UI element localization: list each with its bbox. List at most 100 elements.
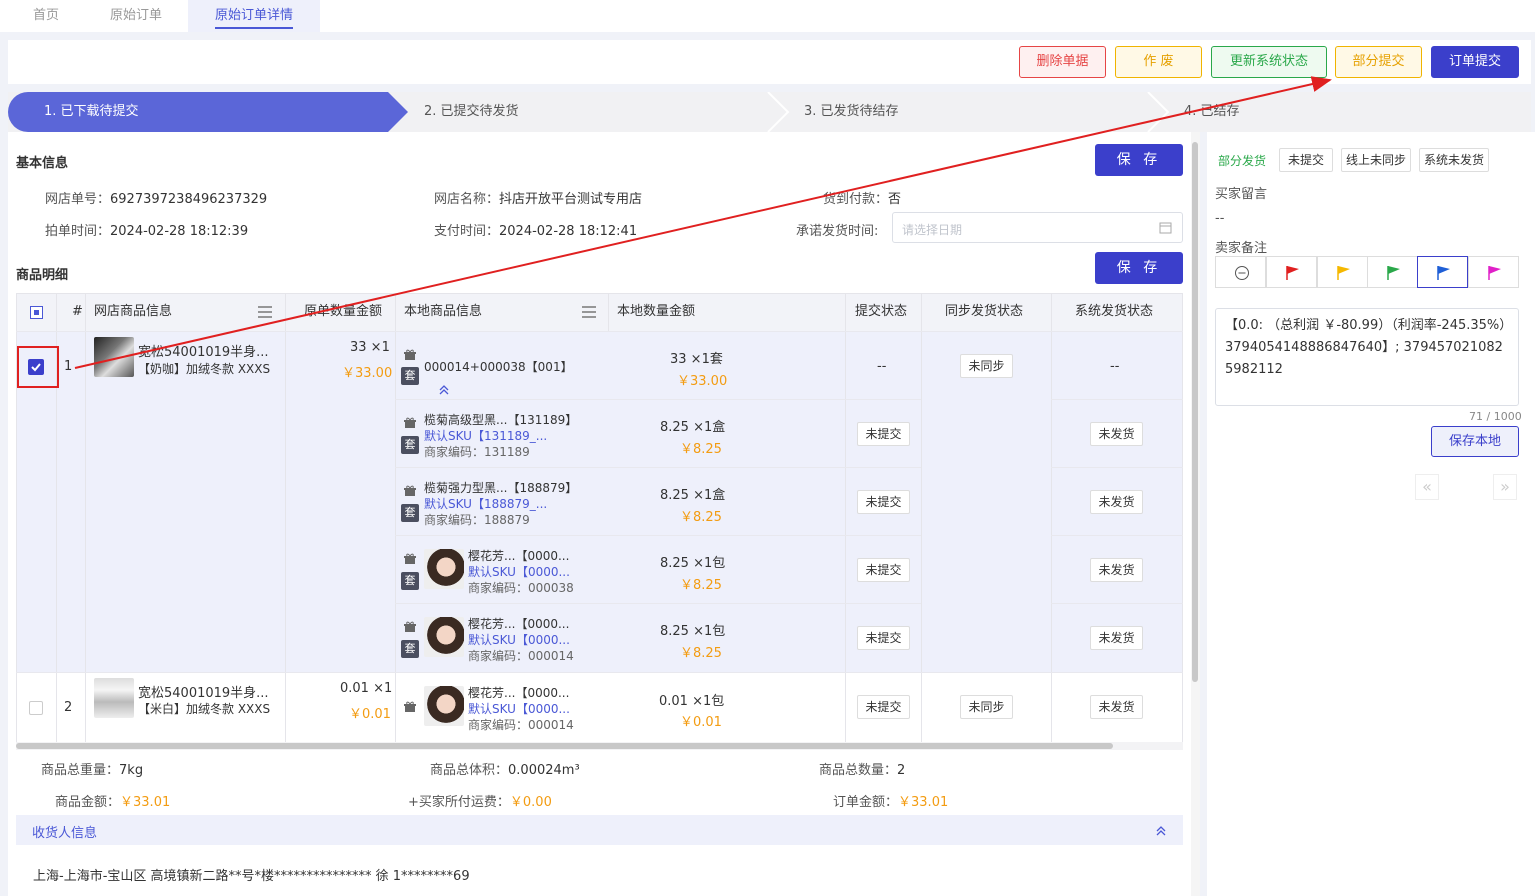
- promise-date-picker[interactable]: 请选择日期: [892, 212, 1183, 243]
- gift-icon: [404, 701, 416, 712]
- local-5-qty: 8.25 ×1包: [660, 624, 726, 639]
- seller-remark-text: 【0.0: （总利润 ￥-80.99）（利润率-245.35%）37940541…: [1225, 318, 1506, 377]
- tab-original-orders-label: 原始订单: [109, 8, 162, 23]
- gift-icon: [404, 349, 416, 360]
- set-badge: 套: [401, 436, 419, 454]
- row-1-sync-status: 未同步: [960, 354, 1013, 378]
- col-local-qty: 本地数量金额: [617, 304, 696, 319]
- flag-pink[interactable]: [1468, 256, 1519, 288]
- receiver-header[interactable]: 收货人信息: [16, 815, 1183, 845]
- pay-time-field: 支付时间：2024-02-28 18:12:41: [434, 224, 638, 239]
- local-2-amount: ￥8.25: [680, 442, 722, 457]
- local-4-qty: 8.25 ×1包: [660, 556, 726, 571]
- calendar-icon: [1159, 222, 1172, 234]
- row-2-checkbox[interactable]: [29, 701, 43, 715]
- local-3-code: 商家编码：188879: [424, 513, 530, 527]
- flag-green[interactable]: [1367, 256, 1418, 288]
- step-2: 2. 已提交待发货: [424, 104, 519, 119]
- update-status-button[interactable]: 更新系统状态: [1211, 46, 1327, 78]
- collapse-icon[interactable]: [438, 384, 450, 396]
- flag-yellow[interactable]: [1317, 256, 1368, 288]
- delete-button[interactable]: 删除单据: [1019, 46, 1106, 78]
- horizontal-scrollbar[interactable]: [16, 742, 1183, 750]
- product-image: [424, 686, 464, 726]
- row-1-orig-amount: ￥33.00: [342, 366, 393, 381]
- receiver-address: 上海-上海市-宝山区 高境镇新二路**号*楼*************** 徐 …: [33, 869, 470, 884]
- row-2-index: 2: [64, 700, 73, 715]
- row-2-orig-amount: ￥0.01: [349, 707, 391, 722]
- local-1-submit: --: [877, 359, 887, 374]
- seller-remark-textarea[interactable]: 【0.0: （总利润 ￥-80.99）（利润率-245.35%）37940541…: [1215, 308, 1519, 406]
- next-page-icon[interactable]: »: [1493, 474, 1517, 500]
- buyer-msg-label: 买家留言: [1215, 187, 1268, 202]
- local-2-code: 商家编码：131189: [424, 445, 530, 459]
- row-2-orig-qty: 0.01 ×1: [340, 681, 393, 696]
- row-1-shop-goods-spec: 【奶咖】加绒冬款 XXXS: [138, 362, 271, 376]
- row-2-local-name: 樱花芳...【0000...: [468, 686, 570, 700]
- flag-none[interactable]: [1215, 256, 1266, 288]
- column-menu-icon[interactable]: [582, 306, 596, 318]
- step-4: 4. 已结存: [1184, 104, 1240, 119]
- total-count: 商品总数量：2: [819, 763, 906, 778]
- partial-submit-button[interactable]: 部分提交: [1335, 46, 1422, 78]
- tab-bar: 首页 原始订单 原始订单详情: [0, 0, 1535, 32]
- row-2-local-qty: 0.01 ×1包: [659, 694, 725, 709]
- local-5-code: 商家编码：000014: [468, 649, 574, 663]
- not-submitted-tag: 未提交: [1279, 148, 1333, 172]
- prev-page-icon[interactable]: «: [1415, 474, 1439, 500]
- red-flag-icon: [1286, 266, 1299, 280]
- save-local-button[interactable]: 保存本地: [1431, 426, 1519, 457]
- step-3: 3. 已发货待结存: [804, 104, 899, 119]
- local-4-sku: 默认SKU【0000...: [468, 565, 570, 579]
- tab-original-orders[interactable]: 原始订单: [96, 0, 176, 32]
- collapse-icon[interactable]: [1155, 825, 1167, 837]
- local-2-name: 榄菊高级型黑...【131189】: [424, 413, 578, 427]
- product-image: [424, 617, 464, 657]
- goods-save-button[interactable]: 保 存: [1095, 252, 1183, 284]
- flag-red[interactable]: [1266, 256, 1317, 288]
- local-4-submit: 未提交: [857, 558, 910, 582]
- local-4-amount: ￥8.25: [680, 578, 722, 593]
- col-orig-qty: 原单数量金额: [304, 304, 383, 319]
- promise-time-label: 承诺发货时间:: [796, 224, 879, 239]
- col-submit-status: 提交状态: [855, 304, 908, 319]
- row-1-orig-qty: 33 ×1: [350, 340, 390, 355]
- tab-order-detail[interactable]: 原始订单详情: [188, 0, 320, 32]
- row-2-local-sku: 默认SKU【0000...: [468, 702, 570, 716]
- row-2-local-code: 商家编码：000014: [468, 718, 574, 732]
- sys-not-shipped-tag: 系统未发货: [1419, 148, 1489, 172]
- row-1-checkbox[interactable]: [28, 359, 44, 375]
- yellow-flag-icon: [1337, 266, 1350, 280]
- row-2-shop-goods-name[interactable]: 宽松54001019半身...: [138, 682, 269, 701]
- pink-flag-icon: [1488, 266, 1501, 280]
- local-4-name: 樱花芳...【0000...: [468, 549, 570, 563]
- order-submit-button[interactable]: 订单提交: [1431, 46, 1519, 78]
- col-local-goods: 本地商品信息: [404, 304, 483, 319]
- date-placeholder: 请选择日期: [902, 223, 963, 237]
- buyer-msg-value: --: [1215, 211, 1225, 226]
- product-image: [94, 337, 134, 377]
- select-all-checkbox[interactable]: [30, 306, 43, 319]
- shop-name-field: 网店名称：抖店开放平台测试专用店: [434, 192, 643, 207]
- flag-blue[interactable]: [1417, 256, 1468, 288]
- row-2-local-amount: ￥0.01: [680, 715, 722, 730]
- basic-save-button[interactable]: 保 存: [1095, 144, 1183, 176]
- product-image: [424, 549, 464, 589]
- remark-counter: 71 / 1000: [1469, 410, 1522, 423]
- void-button[interactable]: 作 废: [1115, 46, 1202, 78]
- row-1-shop-goods-name[interactable]: 宽松54001019半身...: [138, 341, 269, 360]
- cod-field: 货到付款：否: [823, 192, 902, 207]
- vertical-scrollbar[interactable]: [1191, 132, 1200, 896]
- set-badge: 套: [401, 367, 419, 385]
- local-3-sku: 默认SKU【188879_...: [424, 497, 548, 511]
- column-menu-icon[interactable]: [258, 306, 272, 318]
- check-icon: [31, 363, 41, 372]
- set-badge: 套: [401, 504, 419, 522]
- set-badge: 套: [401, 640, 419, 658]
- local-5-sys: 未发货: [1090, 626, 1143, 650]
- local-4-sys: 未发货: [1090, 558, 1143, 582]
- local-2-sys: 未发货: [1090, 422, 1143, 446]
- total-volume: 商品总体积：0.00024m³: [430, 763, 580, 778]
- seller-note-label: 卖家备注: [1215, 241, 1268, 256]
- tab-home[interactable]: 首页: [16, 0, 76, 32]
